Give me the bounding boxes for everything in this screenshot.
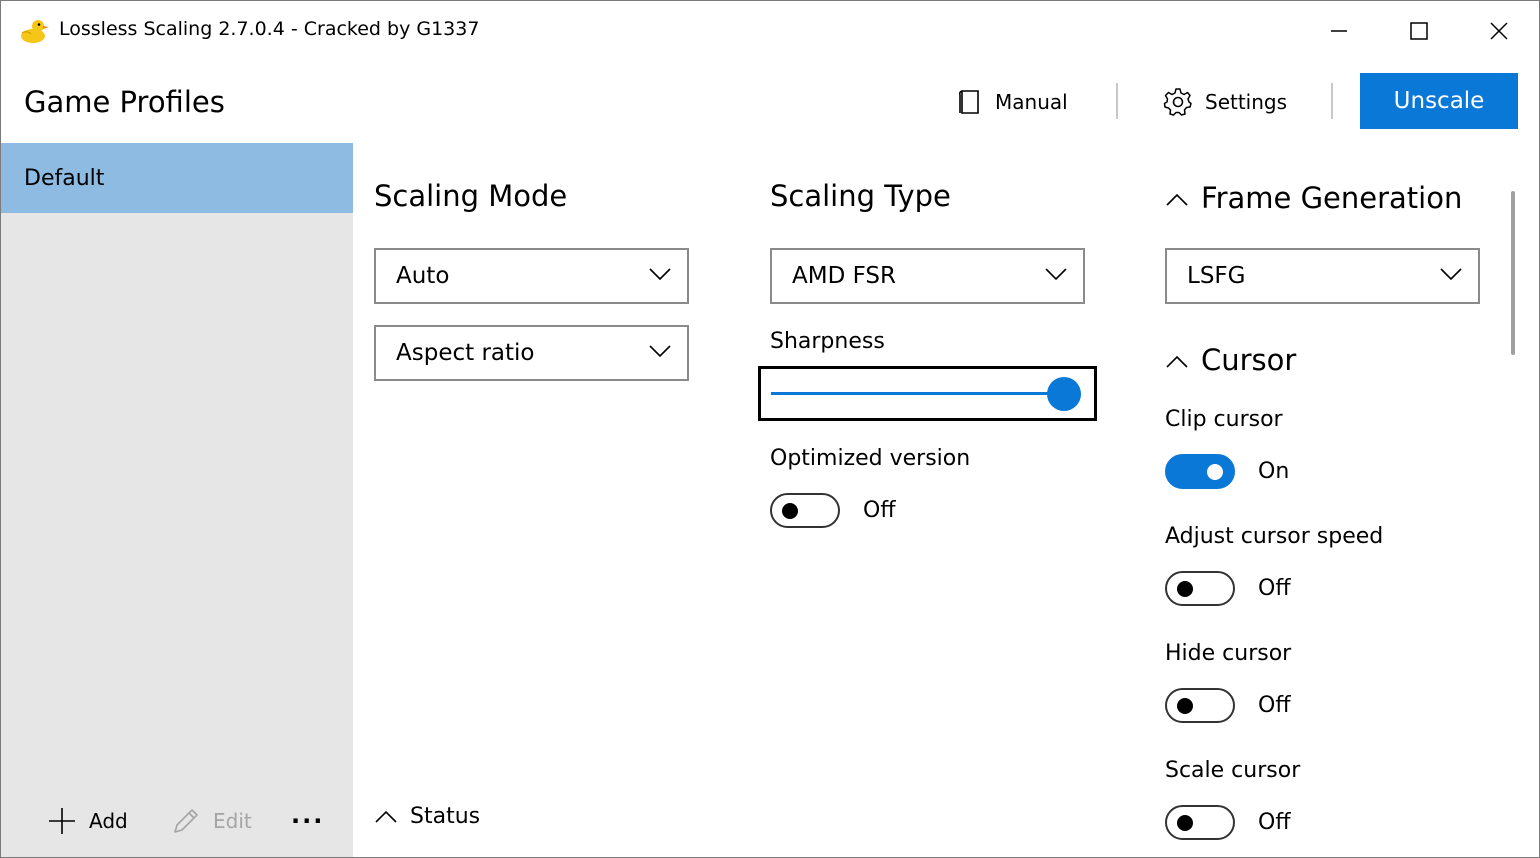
clip-cursor-toggle[interactable]: [1165, 454, 1235, 489]
sharpness-label: Sharpness: [770, 329, 885, 354]
status-header[interactable]: Status: [374, 804, 480, 829]
scale-cursor-state: Off: [1258, 810, 1291, 835]
cursor-title: Cursor: [1201, 343, 1297, 377]
chevron-up-icon: [1166, 355, 1188, 368]
profiles-sidebar: Default Add Edit ···: [1, 143, 353, 857]
sharpness-slider[interactable]: [758, 366, 1097, 421]
close-button[interactable]: [1459, 1, 1539, 61]
manual-button[interactable]: Manual: [957, 79, 1068, 125]
frame-generation-dropdown[interactable]: LSFG: [1165, 248, 1480, 304]
header-divider: [1331, 83, 1333, 119]
plus-icon: [49, 808, 75, 834]
clip-cursor-state: On: [1258, 459, 1290, 484]
optimized-version-toggle[interactable]: [770, 493, 840, 528]
frame-generation-header[interactable]: Frame Generation: [1165, 181, 1462, 215]
adjust-cursor-speed-label: Adjust cursor speed: [1165, 524, 1384, 549]
maximize-button[interactable]: [1379, 1, 1459, 61]
chevron-down-icon: [1045, 268, 1067, 281]
more-options-button[interactable]: ···: [291, 799, 324, 843]
unscale-button[interactable]: Unscale: [1360, 73, 1518, 129]
gear-icon: [1163, 88, 1192, 116]
status-title: Status: [410, 804, 481, 829]
close-icon: [1490, 22, 1508, 40]
window-title: Lossless Scaling 2.7.0.4 - Cracked by G1…: [59, 18, 480, 40]
edit-label: Edit: [213, 809, 252, 833]
chevron-up-icon: [375, 810, 397, 823]
title-bar[interactable]: Lossless Scaling 2.7.0.4 - Cracked by G1…: [1, 1, 1539, 61]
aspect-ratio-dropdown[interactable]: Aspect ratio: [374, 325, 689, 381]
adjust-cursor-speed-toggle[interactable]: [1165, 571, 1235, 606]
duck-icon: [19, 17, 49, 45]
scaling-mode-title: Scaling Mode: [374, 179, 568, 213]
more-icon: ···: [291, 807, 325, 835]
add-profile-button[interactable]: Add: [47, 799, 128, 843]
slider-track: [771, 392, 1067, 395]
page-title: Game Profiles: [24, 85, 225, 119]
cursor-header[interactable]: Cursor: [1165, 343, 1296, 377]
toggle-knob: [1177, 581, 1193, 597]
toggle-knob: [782, 503, 798, 519]
profile-label: Default: [24, 165, 105, 191]
vertical-scrollbar[interactable]: [1511, 191, 1515, 355]
frame-generation-value: LSFG: [1187, 263, 1246, 289]
scale-cursor-label: Scale cursor: [1165, 758, 1301, 783]
chevron-up-icon: [1166, 193, 1188, 206]
slider-thumb[interactable]: [1047, 377, 1081, 411]
hide-cursor-state: Off: [1258, 693, 1291, 718]
toggle-knob: [1177, 698, 1193, 714]
chevron-down-icon: [649, 268, 671, 281]
hide-cursor-toggle[interactable]: [1165, 688, 1235, 723]
scaling-type-title: Scaling Type: [770, 179, 951, 213]
optimized-version-state: Off: [863, 498, 896, 523]
settings-label: Settings: [1205, 90, 1288, 114]
scale-cursor-toggle[interactable]: [1165, 805, 1235, 840]
minimize-button[interactable]: [1299, 1, 1379, 61]
add-label: Add: [89, 809, 128, 833]
aspect-ratio-value: Aspect ratio: [396, 340, 535, 366]
chevron-down-icon: [1440, 268, 1462, 281]
app-window: Lossless Scaling 2.7.0.4 - Cracked by G1…: [0, 0, 1540, 858]
pencil-icon: [174, 809, 198, 833]
profile-item-default[interactable]: Default: [1, 143, 353, 213]
chevron-down-icon: [649, 345, 671, 358]
scaling-type-dropdown[interactable]: AMD FSR: [770, 248, 1085, 304]
adjust-cursor-speed-state: Off: [1258, 576, 1291, 601]
toggle-knob: [1177, 815, 1193, 831]
header-divider: [1116, 83, 1118, 119]
manual-label: Manual: [995, 90, 1068, 114]
frame-generation-title: Frame Generation: [1201, 181, 1463, 215]
settings-button[interactable]: Settings: [1163, 79, 1287, 125]
book-icon: [958, 90, 979, 114]
scaling-type-value: AMD FSR: [792, 263, 897, 289]
hide-cursor-label: Hide cursor: [1165, 641, 1292, 666]
scaling-mode-dropdown[interactable]: Auto: [374, 248, 689, 304]
edit-profile-button[interactable]: Edit: [171, 799, 252, 843]
scaling-mode-value: Auto: [396, 263, 450, 289]
minimize-icon: [1331, 30, 1347, 32]
optimized-version-label: Optimized version: [770, 446, 971, 471]
toggle-knob: [1207, 464, 1223, 480]
maximize-icon: [1410, 22, 1428, 40]
clip-cursor-label: Clip cursor: [1165, 407, 1283, 432]
